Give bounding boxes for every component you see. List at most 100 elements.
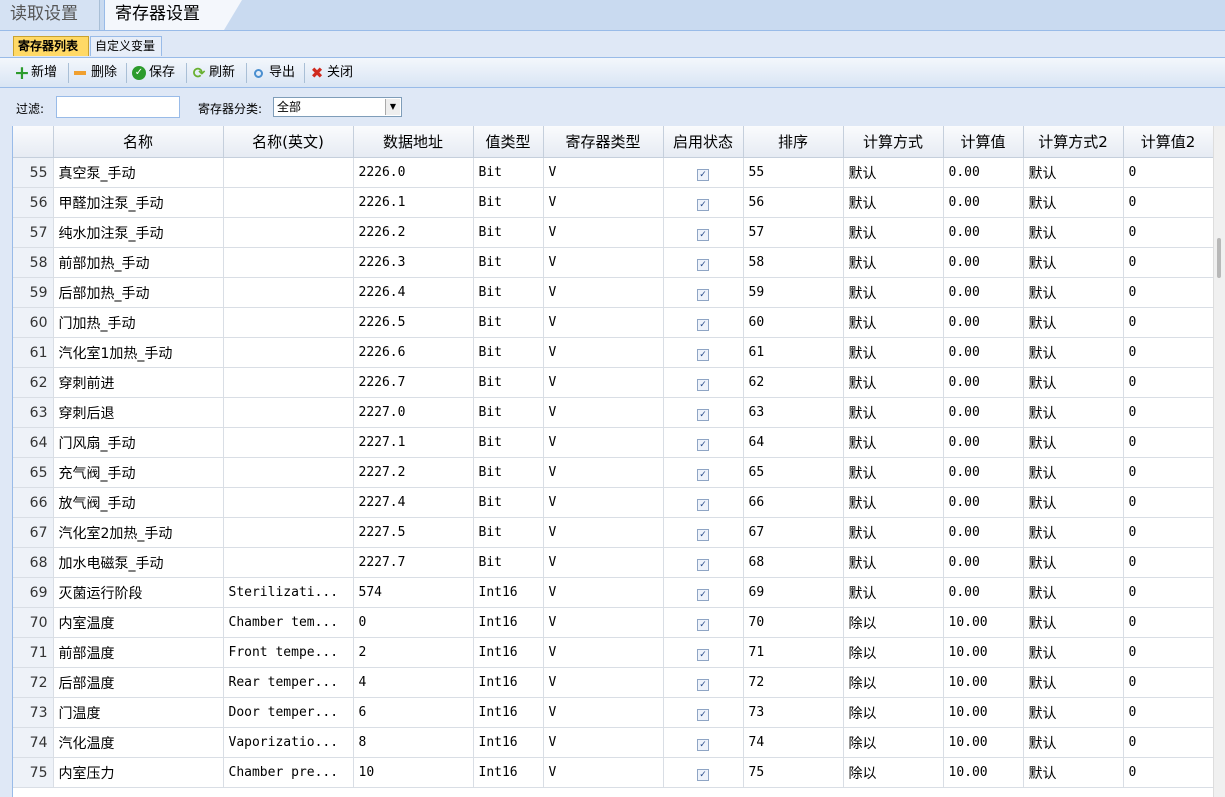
cell-name[interactable]: 门加热_手动 <box>53 307 224 338</box>
cell-idx[interactable]: 67 <box>13 517 54 548</box>
cell-name[interactable]: 汽化室1加热_手动 <box>53 337 224 368</box>
cell-vtype[interactable]: Bit <box>473 307 544 338</box>
cell-en[interactable] <box>223 427 354 458</box>
cell-cval[interactable]: 0.00 <box>943 577 1024 608</box>
enabled-checkbox[interactable]: ✓ <box>697 438 709 451</box>
cell-enabled[interactable]: ✓ <box>663 457 744 488</box>
cell-calc2[interactable]: 默认 <box>1023 547 1124 578</box>
cell-rtype[interactable]: V <box>543 727 664 758</box>
cell-rtype[interactable]: V <box>543 307 664 338</box>
table-row[interactable]: 56 甲醛加注泵_手动 2226.1 Bit V ✓ 56 默认 0.00 默认 0 <box>13 187 1213 218</box>
cell-order[interactable]: 73 <box>743 697 844 728</box>
cell-enabled[interactable]: ✓ <box>663 337 744 368</box>
cell-order[interactable]: 69 <box>743 577 844 608</box>
cell-calc[interactable]: 除以 <box>843 637 944 668</box>
cell-cval[interactable]: 10.00 <box>943 607 1024 638</box>
enabled-checkbox[interactable]: ✓ <box>697 588 709 601</box>
cell-calc[interactable]: 除以 <box>843 667 944 698</box>
cell-vtype[interactable]: Int16 <box>473 727 544 758</box>
cell-en[interactable] <box>223 337 354 368</box>
cell-rtype[interactable]: V <box>543 247 664 278</box>
cell-rtype[interactable]: V <box>543 277 664 308</box>
cell-enabled[interactable]: ✓ <box>663 547 744 578</box>
cell-calc[interactable]: 默认 <box>843 487 944 518</box>
table-row[interactable]: 60 门加热_手动 2226.5 Bit V ✓ 60 默认 0.00 默认 0 <box>13 307 1213 338</box>
cell-calc[interactable]: 默认 <box>843 517 944 548</box>
cell-cval2[interactable]: 0 <box>1123 697 1213 728</box>
cell-rtype[interactable]: V <box>543 547 664 578</box>
table-row[interactable]: 72 后部温度 Rear temper... 4 Int16 V ✓ 72 除以 10.00 默认 0 <box>13 667 1213 698</box>
cell-idx[interactable]: 63 <box>13 397 54 428</box>
cell-order[interactable]: 59 <box>743 277 844 308</box>
cell-idx[interactable]: 61 <box>13 337 54 368</box>
cell-rtype[interactable]: V <box>543 187 664 218</box>
cell-enabled[interactable]: ✓ <box>663 217 744 248</box>
cell-calc2[interactable]: 默认 <box>1023 457 1124 488</box>
cell-enabled[interactable]: ✓ <box>663 187 744 218</box>
cell-name[interactable]: 纯水加注泵_手动 <box>53 217 224 248</box>
cell-idx[interactable]: 57 <box>13 217 54 248</box>
cell-en[interactable]: Front tempe... <box>223 637 354 668</box>
cell-calc2[interactable]: 默认 <box>1023 697 1124 728</box>
cell-idx[interactable]: 64 <box>13 427 54 458</box>
cell-vtype[interactable]: Int16 <box>473 607 544 638</box>
cell-rtype[interactable]: V <box>543 397 664 428</box>
cell-en[interactable]: Vaporizatio... <box>223 727 354 758</box>
cell-calc2[interactable]: 默认 <box>1023 247 1124 278</box>
cell-cval[interactable]: 0.00 <box>943 277 1024 308</box>
cell-calc[interactable]: 除以 <box>843 697 944 728</box>
cell-cval2[interactable]: 0 <box>1123 337 1213 368</box>
cell-rtype[interactable]: V <box>543 757 664 788</box>
cell-order[interactable]: 65 <box>743 457 844 488</box>
table-row[interactable]: 69 灭菌运行阶段 Sterilizati... 574 Int16 V ✓ 69 默认 0.00… <box>13 577 1213 608</box>
enabled-checkbox[interactable]: ✓ <box>697 468 709 481</box>
cell-cval2[interactable]: 0 <box>1123 247 1213 278</box>
cell-en[interactable] <box>223 457 354 488</box>
cell-addr[interactable]: 2227.5 <box>353 517 474 548</box>
cell-cval[interactable]: 10.00 <box>943 667 1024 698</box>
cell-idx[interactable]: 55 <box>13 157 54 188</box>
cell-addr[interactable]: 2226.5 <box>353 307 474 338</box>
cell-en[interactable] <box>223 157 354 188</box>
table-row[interactable]: 62 穿刺前进 2226.7 Bit V ✓ 62 默认 0.00 默认 0 <box>13 367 1213 398</box>
cell-name[interactable]: 甲醛加注泵_手动 <box>53 187 224 218</box>
cell-addr[interactable]: 2226.1 <box>353 187 474 218</box>
table-row[interactable]: 71 前部温度 Front tempe... 2 Int16 V ✓ 71 除以 10.00 默认 0 <box>13 637 1213 668</box>
cell-vtype[interactable]: Bit <box>473 187 544 218</box>
cell-cval[interactable]: 0.00 <box>943 547 1024 578</box>
cell-vtype[interactable]: Int16 <box>473 697 544 728</box>
cell-idx[interactable]: 70 <box>13 607 54 638</box>
tab-register-list[interactable]: 寄存器列表 <box>13 36 89 56</box>
column-header-enabled-status[interactable]: 启用状态 <box>663 126 744 158</box>
delete-button[interactable]: 删除 <box>74 64 117 82</box>
cell-cval2[interactable]: 0 <box>1123 457 1213 488</box>
column-header-calc-value-2[interactable]: 计算值2 <box>1123 126 1213 158</box>
cell-addr[interactable]: 2227.4 <box>353 487 474 518</box>
cell-name[interactable]: 门温度 <box>53 697 224 728</box>
vertical-scrollbar[interactable] <box>1213 126 1225 797</box>
cell-cval2[interactable]: 0 <box>1123 367 1213 398</box>
cell-order[interactable]: 61 <box>743 337 844 368</box>
cell-addr[interactable]: 6 <box>353 697 474 728</box>
cell-vtype[interactable]: Bit <box>473 427 544 458</box>
cell-calc2[interactable]: 默认 <box>1023 367 1124 398</box>
cell-vtype[interactable]: Bit <box>473 457 544 488</box>
cell-calc2[interactable]: 默认 <box>1023 217 1124 248</box>
cell-name[interactable]: 汽化温度 <box>53 727 224 758</box>
cell-cval[interactable]: 0.00 <box>943 337 1024 368</box>
cell-order[interactable]: 74 <box>743 727 844 758</box>
cell-idx[interactable]: 65 <box>13 457 54 488</box>
enabled-checkbox[interactable]: ✓ <box>697 348 709 361</box>
table-row[interactable]: 58 前部加热_手动 2226.3 Bit V ✓ 58 默认 0.00 默认 0 <box>13 247 1213 278</box>
cell-en[interactable] <box>223 547 354 578</box>
cell-calc2[interactable]: 默认 <box>1023 667 1124 698</box>
cell-enabled[interactable]: ✓ <box>663 427 744 458</box>
cell-name[interactable]: 真空泵_手动 <box>53 157 224 188</box>
enabled-checkbox[interactable]: ✓ <box>697 168 709 181</box>
cell-vtype[interactable]: Int16 <box>473 577 544 608</box>
cell-cval2[interactable]: 0 <box>1123 427 1213 458</box>
cell-calc[interactable]: 除以 <box>843 757 944 788</box>
cell-name[interactable]: 穿刺前进 <box>53 367 224 398</box>
cell-calc2[interactable]: 默认 <box>1023 187 1124 218</box>
cell-cval[interactable]: 0.00 <box>943 487 1024 518</box>
